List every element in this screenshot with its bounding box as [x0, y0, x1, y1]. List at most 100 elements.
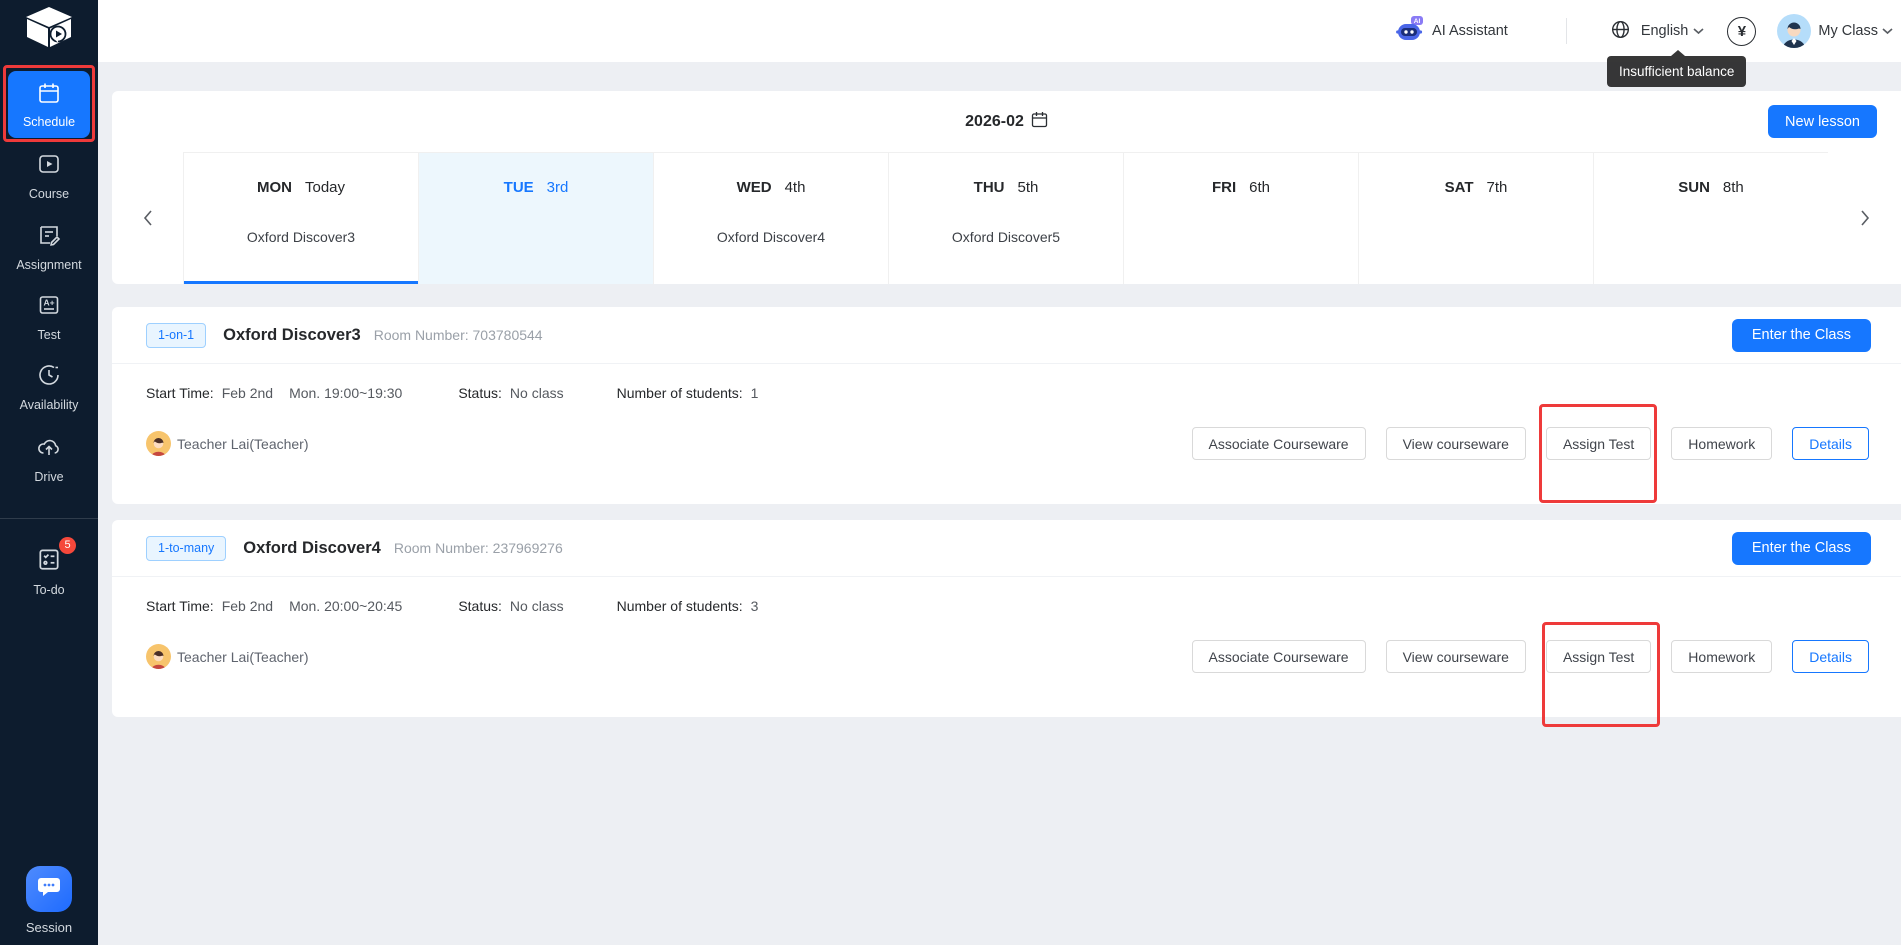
room-number: Room Number: 237969276 — [394, 540, 563, 556]
sidebar-item-schedule[interactable]: Schedule — [8, 71, 90, 138]
lesson-title: Oxford Discover3 — [223, 326, 361, 345]
day-date: 8th — [1723, 179, 1744, 196]
avatar[interactable] — [1777, 14, 1811, 48]
view-courseware-button[interactable]: View courseware — [1386, 427, 1526, 460]
todo-badge: 5 — [59, 537, 76, 554]
day-date: 7th — [1487, 179, 1508, 196]
clock-icon — [37, 374, 61, 391]
enter-class-button[interactable]: Enter the Class — [1732, 319, 1871, 352]
teacher-avatar — [146, 431, 171, 456]
cloud-upload-icon — [37, 446, 61, 463]
next-week-button[interactable] — [1828, 152, 1901, 284]
sidebar-divider — [0, 518, 98, 519]
day-column-wed[interactable]: WED4th Oxford Discover4 — [653, 152, 888, 284]
top-header: AI AI Assistant English ¥ — [98, 0, 1901, 62]
account-menu[interactable]: My Class — [1818, 23, 1893, 39]
lesson-type-badge: 1-to-many — [146, 536, 226, 561]
calendar-icon — [37, 92, 61, 109]
chat-bubble-icon — [36, 874, 62, 905]
ai-assistant-button[interactable]: AI AI Assistant — [1388, 15, 1508, 47]
teacher-name: Teacher Lai(Teacher) — [177, 649, 309, 665]
chevron-down-icon — [1882, 27, 1893, 35]
month-label: 2026-02 — [965, 113, 1024, 131]
day-course: Oxford Discover4 — [654, 229, 888, 245]
sidebar-item-test[interactable]: A+ Test — [0, 293, 98, 342]
start-time-range: Mon. 20:00~20:45 — [289, 598, 402, 614]
language-selector[interactable]: English — [1605, 20, 1705, 43]
sidebar: Schedule Course Assignment A+ — [0, 0, 98, 945]
session-button[interactable] — [26, 866, 72, 912]
start-time-label: Start Time: — [146, 598, 214, 614]
lesson-title: Oxford Discover4 — [243, 539, 381, 558]
teacher-name: Teacher Lai(Teacher) — [177, 436, 309, 452]
account-label: My Class — [1818, 23, 1878, 39]
day-date: 3rd — [547, 179, 569, 196]
homework-button[interactable]: Homework — [1671, 640, 1772, 673]
students-count: 1 — [751, 385, 759, 401]
day-column-mon[interactable]: MONToday Oxford Discover3 — [183, 152, 418, 284]
status-label: Status: — [458, 598, 502, 614]
month-picker[interactable]: 2026-02 — [112, 91, 1901, 152]
schedule-panel: 2026-02 New lesson MONToday Oxford Disco… — [112, 91, 1901, 284]
app-logo-icon[interactable] — [25, 6, 73, 53]
day-date: 6th — [1249, 179, 1270, 196]
yen-icon: ¥ — [1738, 23, 1746, 40]
sidebar-item-availability[interactable]: Availability — [0, 363, 98, 412]
doc-edit-icon — [37, 234, 61, 251]
sidebar-item-todo[interactable]: 5 To-do — [0, 546, 98, 597]
day-column-thu[interactable]: THU 5th Oxford Discover5 — [888, 152, 1123, 284]
lesson-type-badge: 1-on-1 — [146, 323, 206, 348]
details-button[interactable]: Details — [1792, 427, 1869, 460]
selected-day-underline — [184, 281, 418, 284]
status-value: No class — [510, 385, 564, 401]
assign-test-button[interactable]: Assign Test — [1546, 427, 1651, 460]
students-label: Number of students: — [617, 385, 743, 401]
svg-text:AI: AI — [1414, 18, 1421, 25]
enter-class-button[interactable]: Enter the Class — [1732, 532, 1871, 565]
sidebar-item-drive[interactable]: Drive — [0, 435, 98, 484]
sidebar-item-label: Test — [0, 328, 98, 342]
day-column-fri[interactable]: FRI 6th — [1123, 152, 1358, 284]
teacher-info: Teacher Lai(Teacher) — [146, 644, 309, 669]
teacher-info: Teacher Lai(Teacher) — [146, 431, 309, 456]
chevron-right-icon — [1860, 210, 1870, 226]
sidebar-item-course[interactable]: Course — [0, 152, 98, 201]
lesson-card: 1-to-many Oxford Discover4 Room Number: … — [112, 520, 1901, 717]
day-name: TUE — [504, 179, 534, 196]
day-name: SUN — [1678, 179, 1710, 196]
day-name: FRI — [1212, 179, 1236, 196]
start-time-label: Start Time: — [146, 385, 214, 401]
sidebar-item-label: Drive — [0, 470, 98, 484]
room-number: Room Number: 703780544 — [374, 327, 543, 343]
associate-courseware-button[interactable]: Associate Courseware — [1192, 427, 1366, 460]
balance-button[interactable]: ¥ — [1727, 17, 1756, 46]
start-time-date: Feb 2nd — [222, 385, 273, 401]
sidebar-item-label: Schedule — [8, 115, 90, 129]
day-column-tue[interactable]: TUE 3rd — [418, 152, 653, 284]
sidebar-item-label: Assignment — [0, 258, 98, 272]
ai-assistant-label: AI Assistant — [1432, 23, 1508, 39]
homework-button[interactable]: Homework — [1671, 427, 1772, 460]
details-button[interactable]: Details — [1792, 640, 1869, 673]
day-date: 5th — [1017, 179, 1038, 196]
svg-text:A+: A+ — [43, 298, 54, 308]
sidebar-item-assignment[interactable]: Assignment — [0, 223, 98, 272]
view-courseware-button[interactable]: View courseware — [1386, 640, 1526, 673]
chevron-down-icon — [1693, 27, 1704, 35]
lesson-card: 1-on-1 Oxford Discover3 Room Number: 703… — [112, 307, 1901, 504]
day-name: THU — [974, 179, 1005, 196]
day-column-sun[interactable]: SUN 8th — [1593, 152, 1828, 284]
assign-test-button[interactable]: Assign Test — [1546, 640, 1651, 673]
globe-icon — [1611, 20, 1630, 43]
day-course: Oxford Discover5 — [889, 229, 1123, 245]
associate-courseware-button[interactable]: Associate Courseware — [1192, 640, 1366, 673]
new-lesson-button[interactable]: New lesson — [1768, 105, 1877, 138]
todo-icon: 5 — [36, 546, 62, 577]
students-label: Number of students: — [617, 598, 743, 614]
day-course: Oxford Discover3 — [184, 229, 418, 245]
day-column-sat[interactable]: SAT7th — [1358, 152, 1593, 284]
start-time-date: Feb 2nd — [222, 598, 273, 614]
chevron-left-icon — [143, 210, 153, 226]
day-date: 4th — [785, 179, 806, 196]
prev-week-button[interactable] — [112, 152, 183, 284]
